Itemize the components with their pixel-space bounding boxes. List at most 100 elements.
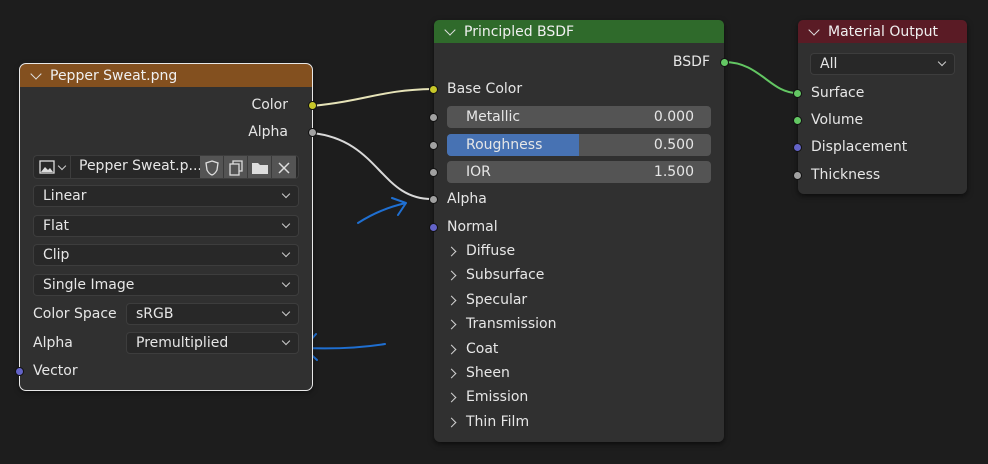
panel-subsurface[interactable]: Subsurface	[446, 264, 544, 286]
color-space-label: Color Space	[33, 306, 117, 322]
open-image-button[interactable]	[248, 156, 272, 178]
metallic-slider[interactable]: Metallic 0.000	[447, 106, 711, 128]
chevron-right-icon	[446, 392, 457, 402]
output-color-label: Color	[251, 97, 288, 113]
input-alpha-label: Alpha	[447, 191, 487, 207]
input-vector-socket[interactable]	[15, 367, 24, 376]
input-thickness-row: Thickness	[811, 164, 880, 186]
close-icon	[278, 162, 290, 174]
image-browse-button[interactable]	[34, 156, 71, 178]
folder-icon	[251, 163, 268, 174]
duplicate-image-button[interactable]	[224, 156, 248, 178]
chevron-down-icon	[57, 161, 67, 170]
chevron-right-icon	[446, 417, 457, 427]
panel-emission[interactable]: Emission	[446, 386, 528, 408]
chevron-right-icon	[446, 270, 457, 280]
alpha-mode-dropdown[interactable]: Premultiplied	[126, 332, 299, 354]
color-space-label-row: Color Space	[33, 303, 117, 325]
fake-user-button[interactable]	[200, 156, 224, 178]
input-roughness-socket[interactable]	[429, 141, 438, 150]
output-alpha-label: Alpha	[248, 124, 288, 140]
output-node-title: Material Output	[828, 23, 938, 40]
link-bsdf-to-surface	[723, 61, 798, 94]
roughness-value: 0.500	[653, 137, 694, 153]
input-volume-socket[interactable]	[793, 116, 802, 125]
chevron-down-icon	[281, 189, 291, 199]
shield-icon	[204, 160, 219, 176]
target-dropdown[interactable]: All	[810, 53, 955, 75]
interpolation-dropdown[interactable]: Linear	[33, 185, 299, 207]
panel-label: Coat	[466, 341, 499, 357]
projection-value: Flat	[43, 218, 70, 234]
input-base-color-label: Base Color	[447, 81, 523, 97]
link-color-to-base-color	[311, 88, 434, 107]
panel-label: Transmission	[466, 316, 557, 332]
target-value: All	[820, 56, 838, 72]
panel-specular[interactable]: Specular	[446, 289, 527, 311]
output-node-header[interactable]: Material Output	[798, 20, 967, 43]
input-surface-socket[interactable]	[793, 89, 802, 98]
input-base-color-socket[interactable]	[429, 85, 438, 94]
output-color-row: Color	[251, 94, 288, 116]
chevron-down-icon	[281, 307, 291, 317]
chevron-down-icon	[281, 219, 291, 229]
source-value: Single Image	[43, 277, 135, 293]
bsdf-node-title: Principled BSDF	[464, 23, 575, 40]
panel-diffuse[interactable]: Diffuse	[446, 240, 515, 262]
unlink-image-button[interactable]	[272, 156, 296, 178]
panel-transmission[interactable]: Transmission	[446, 313, 557, 335]
chevron-right-icon	[446, 319, 457, 329]
input-displacement-label: Displacement	[811, 139, 908, 155]
panel-label: Sheen	[466, 365, 510, 381]
image-texture-node[interactable]: Pepper Sweat.png Color Alpha Pepper Swea…	[15, 63, 317, 391]
image-node-title: Pepper Sweat.png	[50, 67, 178, 84]
input-volume-label: Volume	[811, 112, 864, 128]
collapse-icon[interactable]	[808, 23, 820, 36]
panel-coat[interactable]: Coat	[446, 338, 499, 360]
chevron-down-icon	[281, 278, 291, 288]
material-output-node[interactable]: Material Output All Surface Volume Displ…	[793, 20, 967, 194]
output-color-socket[interactable]	[308, 101, 317, 110]
input-displacement-socket[interactable]	[793, 143, 802, 152]
input-normal-label: Normal	[447, 219, 498, 235]
color-space-dropdown[interactable]: sRGB	[126, 303, 299, 325]
input-volume-row: Volume	[811, 109, 863, 131]
output-alpha-socket[interactable]	[308, 128, 317, 137]
input-ior-socket[interactable]	[429, 168, 438, 177]
chevron-right-icon	[446, 368, 457, 378]
image-name[interactable]: Pepper Sweat.p...	[79, 158, 202, 174]
ior-slider[interactable]: IOR 1.500	[447, 161, 711, 183]
ior-value: 1.500	[653, 164, 694, 180]
input-thickness-label: Thickness	[811, 167, 881, 183]
extension-value: Clip	[43, 247, 70, 263]
image-icon	[39, 160, 55, 174]
panel-thin-film[interactable]: Thin Film	[446, 411, 529, 433]
input-normal-socket[interactable]	[429, 223, 438, 232]
bsdf-node-header[interactable]: Principled BSDF	[434, 20, 724, 43]
projection-dropdown[interactable]: Flat	[33, 215, 299, 237]
collapse-icon[interactable]	[444, 23, 456, 36]
annotation-arrow-alpha-dropdown	[303, 333, 386, 361]
output-alpha-row: Alpha	[248, 121, 288, 143]
chevron-right-icon	[446, 295, 457, 305]
collapse-icon[interactable]	[30, 67, 42, 80]
input-thickness-socket[interactable]	[793, 171, 802, 180]
input-surface-label: Surface	[811, 85, 865, 101]
principled-bsdf-node[interactable]: Principled BSDF BSDF Base Color Metallic…	[429, 20, 729, 442]
extension-dropdown[interactable]: Clip	[33, 244, 299, 266]
image-node-header[interactable]: Pepper Sweat.png	[20, 64, 312, 87]
roughness-slider[interactable]: Roughness 0.500	[447, 134, 711, 156]
input-metallic-socket[interactable]	[429, 113, 438, 122]
alpha-label-row: Alpha	[33, 332, 73, 354]
chevron-down-icon	[281, 336, 291, 346]
source-dropdown[interactable]: Single Image	[33, 274, 299, 296]
alpha-mode-value: Premultiplied	[136, 335, 229, 351]
image-selector[interactable]: Pepper Sweat.p...	[33, 155, 299, 179]
chevron-down-icon	[281, 248, 291, 258]
input-alpha-socket[interactable]	[429, 195, 438, 204]
link-alpha-to-alpha	[311, 132, 434, 201]
output-bsdf-row: BSDF	[673, 51, 710, 73]
panel-sheen[interactable]: Sheen	[446, 362, 510, 384]
output-bsdf-socket[interactable]	[720, 58, 729, 67]
alpha-mode-label: Alpha	[33, 335, 73, 351]
